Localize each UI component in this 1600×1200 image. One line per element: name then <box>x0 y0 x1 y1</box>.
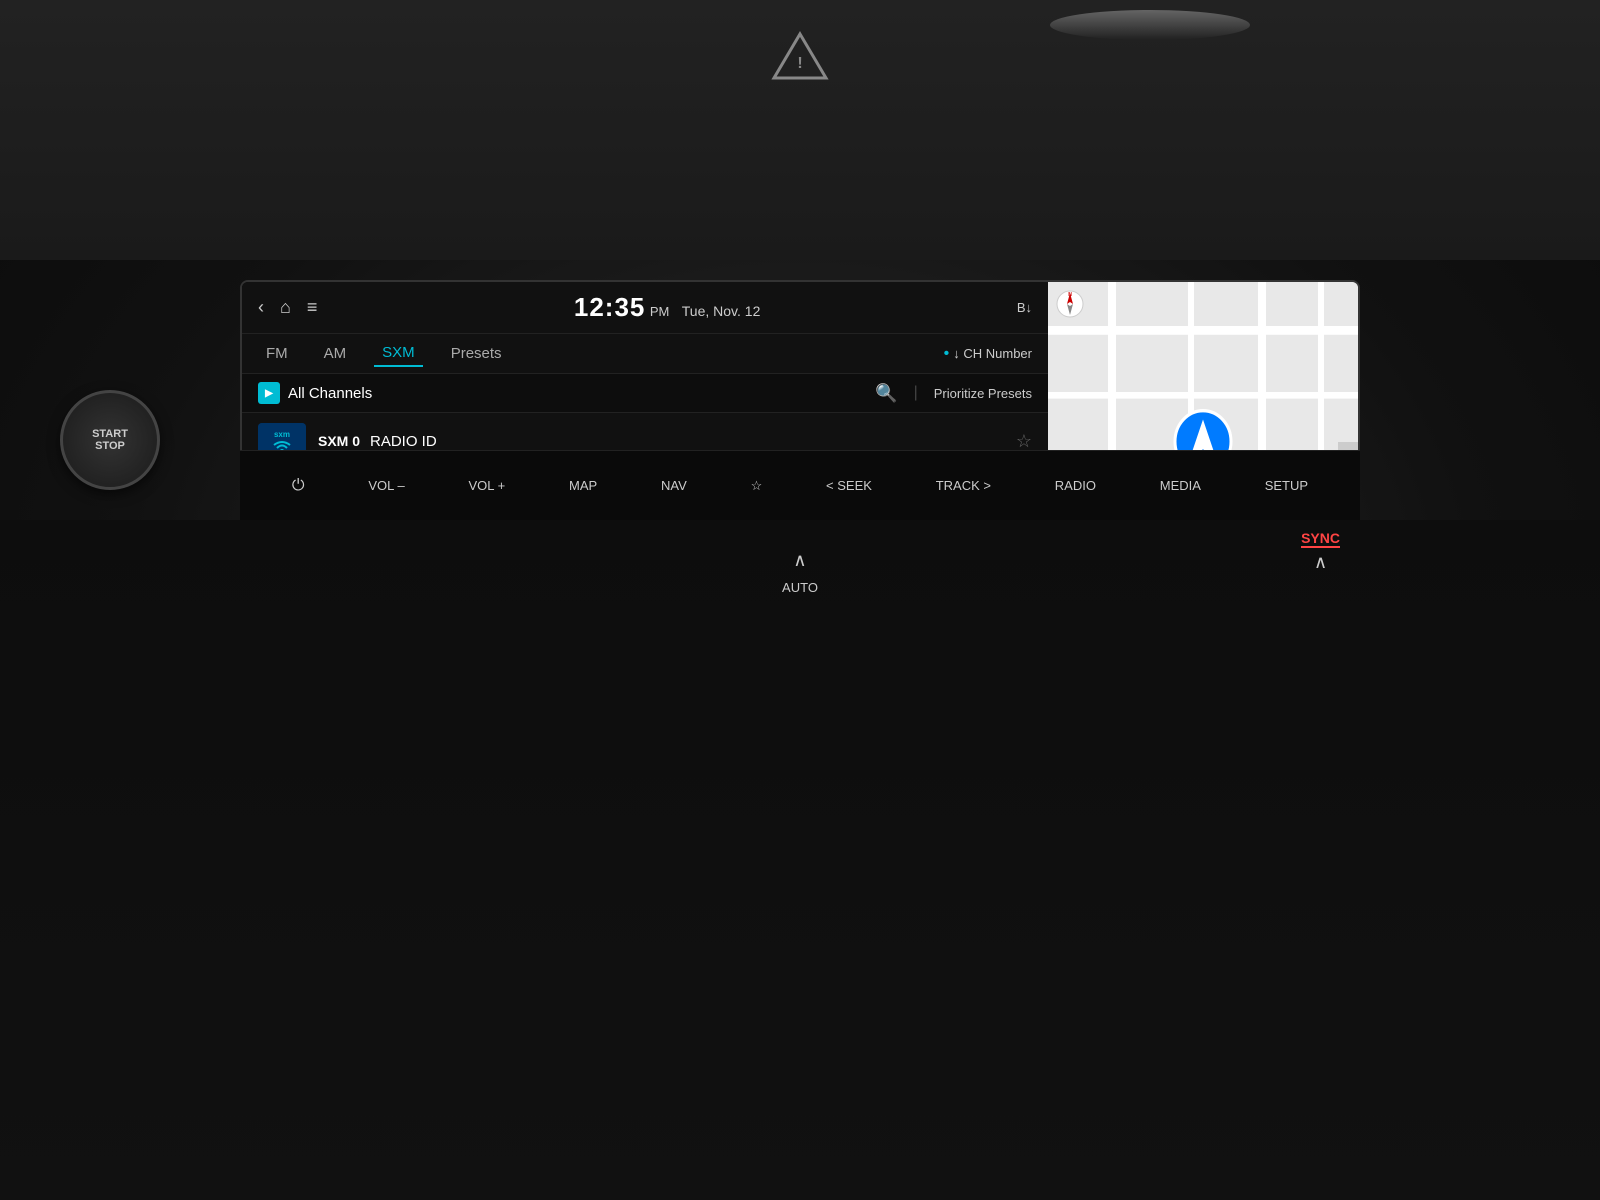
search-icon[interactable]: 🔍 <box>875 383 897 404</box>
auto-up-button[interactable]: ∧ <box>793 550 806 571</box>
favorite-sxm0-button[interactable]: ☆ <box>1016 431 1032 452</box>
sync-label: SYNC <box>1301 530 1340 548</box>
map-button[interactable]: MAP <box>561 474 605 497</box>
filter-actions: 🔍 | Prioritize Presets <box>875 383 1032 404</box>
tab-fm[interactable]: FM <box>258 341 296 366</box>
start-stop-button[interactable]: START STOP <box>60 390 160 490</box>
header-bar: ‹ ⌂ ≡ 12:35 PM Tue, Nov. 12 B↓ <box>242 282 1048 334</box>
vol-minus-button[interactable]: VOL – <box>360 474 412 497</box>
svg-text:!: ! <box>797 55 802 72</box>
nav-button[interactable]: NAV <box>653 474 695 497</box>
top-vent: ! <box>0 0 1600 260</box>
radio-tabs: FM AM SXM Presets • ↓ CH Number <box>242 334 1048 374</box>
home-button[interactable]: ⌂ <box>280 297 291 318</box>
tab-sxm[interactable]: SXM <box>374 340 423 367</box>
radio-button[interactable]: RADIO <box>1047 474 1104 497</box>
sort-option[interactable]: • ↓ CH Number <box>944 345 1032 363</box>
clock-date: Tue, Nov. 12 <box>682 303 761 319</box>
auto-label: AUTO <box>782 580 818 595</box>
signal-indicator: B↓ <box>1017 300 1032 315</box>
seek-back-button[interactable]: < SEEK <box>818 474 880 497</box>
clock: 12:35 PM Tue, Nov. 12 <box>574 292 761 323</box>
clock-ampm: PM <box>650 304 670 319</box>
tab-presets[interactable]: Presets <box>443 341 510 366</box>
clock-time: 12:35 <box>574 292 646 322</box>
channel-name-sxm0: RADIO ID <box>370 433 1016 450</box>
svg-text:N: N <box>1068 292 1072 298</box>
svg-text:sxm: sxm <box>274 430 290 439</box>
sync-area: SYNC ∧ <box>1301 530 1340 573</box>
power-button[interactable]: ⏻ <box>284 473 313 499</box>
sort-label: ↓ CH Number <box>953 346 1032 361</box>
nav-icons: ‹ ⌂ ≡ <box>258 297 317 318</box>
bottom-control-bar: ⏻ VOL – VOL + MAP NAV ☆ < SEEK TRACK > R… <box>240 450 1360 520</box>
filter-bar: ▶ All Channels 🔍 | Prioritize Presets <box>242 374 1048 413</box>
setup-button[interactable]: SETUP <box>1257 474 1316 497</box>
divider: | <box>914 384 918 402</box>
sync-up-button[interactable]: ∧ <box>1314 552 1327 573</box>
vol-plus-button[interactable]: VOL + <box>461 474 514 497</box>
back-button[interactable]: ‹ <box>258 297 264 318</box>
menu-button[interactable]: ≡ <box>307 297 318 318</box>
filter-label[interactable]: All Channels <box>288 385 875 402</box>
prioritize-presets-button[interactable]: Prioritize Presets <box>934 386 1032 401</box>
favorites-button[interactable]: ☆ <box>743 474 771 498</box>
physical-controls-area: AUTO ∧ SYNC ∧ <box>0 520 1600 1200</box>
channel-number-sxm0: SXM 0 <box>318 433 370 449</box>
compass: N <box>1056 290 1084 323</box>
tab-am[interactable]: AM <box>316 341 355 366</box>
track-forward-button[interactable]: TRACK > <box>928 474 999 497</box>
media-button[interactable]: MEDIA <box>1152 474 1209 497</box>
start-stop-label: START STOP <box>92 428 128 452</box>
hazard-triangle-icon: ! <box>770 30 830 82</box>
all-channels-icon: ▶ <box>258 382 280 404</box>
header-right: B↓ <box>1017 300 1032 315</box>
